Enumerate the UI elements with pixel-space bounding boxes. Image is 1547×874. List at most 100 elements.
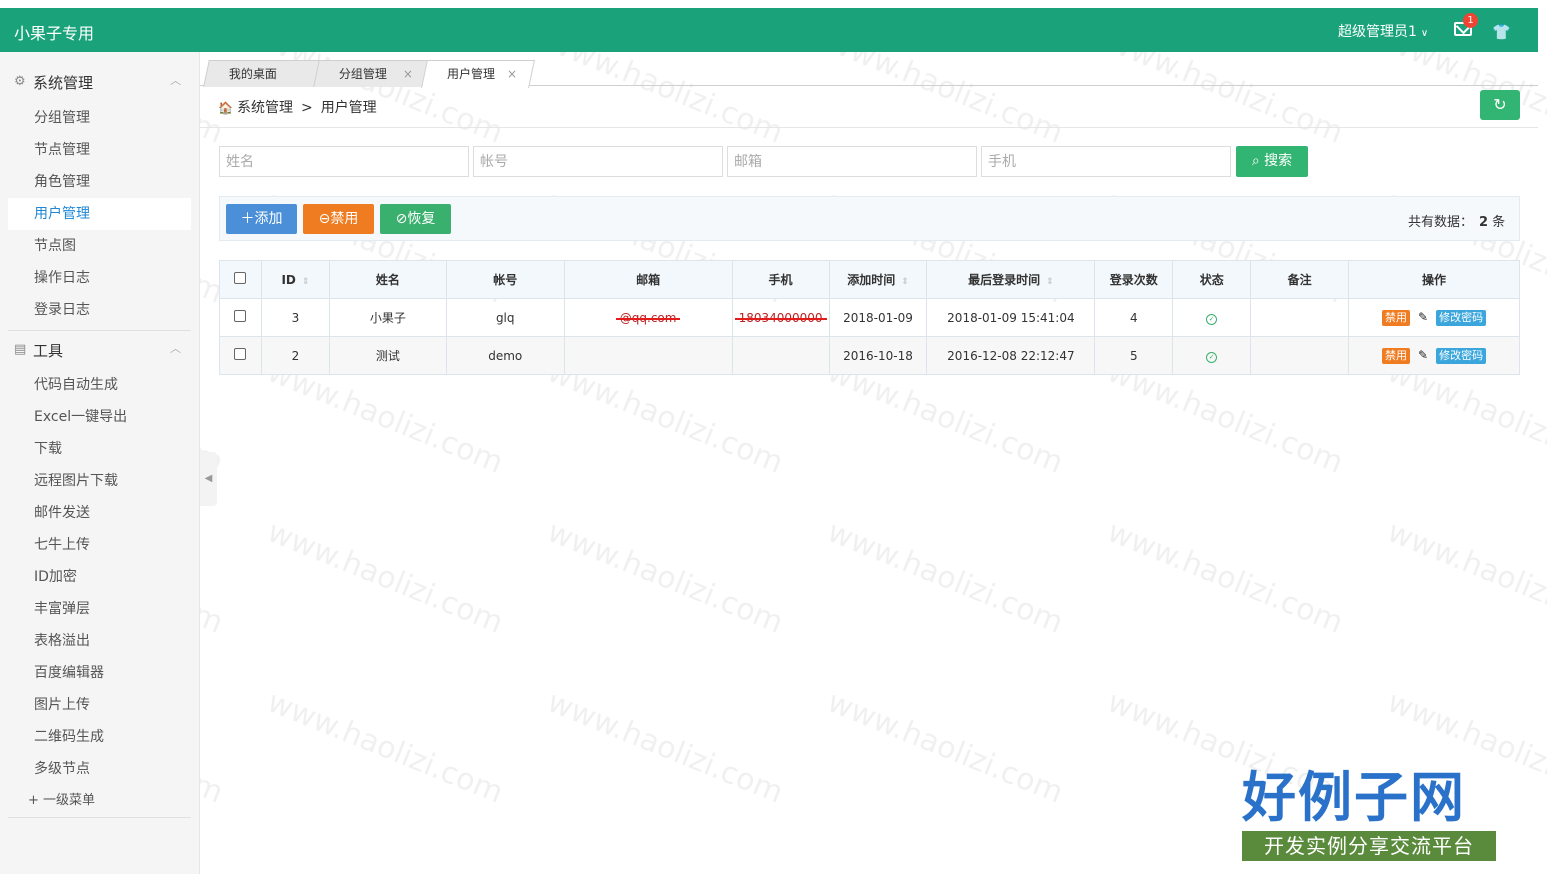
sidebar-item-op-log[interactable]: 操作日志: [8, 262, 191, 294]
sidebar-item-table-overflow[interactable]: 表格溢出: [8, 625, 191, 657]
sidebar-item-codegen[interactable]: 代码自动生成: [8, 369, 191, 401]
column-header-actions: 操作: [1348, 260, 1520, 299]
chevron-down-icon: ∨: [1420, 28, 1429, 39]
sidebar-item-group[interactable]: 分组管理: [8, 102, 191, 134]
divider: [8, 817, 191, 818]
column-header-id[interactable]: ID ⇕: [260, 260, 330, 299]
skin-icon[interactable]: 👕: [1492, 23, 1511, 41]
watermark-text: www.haolizi.com: [822, 684, 1068, 811]
sidebar-item-image-upload[interactable]: 图片上传: [8, 689, 191, 721]
cell-note: [1250, 336, 1350, 375]
sidebar-item-excel[interactable]: Excel一键导出: [8, 401, 191, 433]
chevron-up-icon: ︿: [170, 74, 181, 87]
ban-button[interactable]: ⊖禁用: [303, 204, 374, 234]
breadcrumb-separator: >: [300, 100, 313, 116]
refresh-button[interactable]: ↻: [1480, 90, 1520, 120]
row-change-password-button[interactable]: 修改密码: [1436, 347, 1487, 364]
sidebar-item-editor[interactable]: 百度编辑器: [8, 657, 191, 689]
sidebar-item-user[interactable]: 用户管理: [8, 198, 191, 230]
watermark-text: www.haolizi.com: [262, 684, 508, 811]
sidebar-item-node-map[interactable]: 节点图: [8, 230, 191, 262]
sidebar-item-add-menu[interactable]: + 一级菜单: [8, 785, 191, 817]
sort-icon: ⇕: [301, 276, 310, 287]
row-select-cell[interactable]: [219, 336, 262, 375]
minus-circle-icon: ⊖: [318, 211, 331, 227]
logo-subtitle: 开发实例分享交流平台: [1242, 831, 1496, 861]
cell-account: glq: [445, 298, 565, 337]
row-ban-button[interactable]: 禁用: [1382, 347, 1411, 364]
pencil-icon[interactable]: ✎: [1418, 310, 1428, 324]
tab-desktop[interactable]: 我的桌面: [203, 60, 321, 87]
breadcrumb-root[interactable]: 系统管理: [237, 100, 293, 116]
sidebar-section-tools[interactable]: ▤ 工具 ︿: [0, 332, 200, 368]
column-header-email: 邮箱: [563, 260, 733, 299]
sidebar-collapse-handle[interactable]: ◀: [200, 452, 217, 506]
sidebar-item-node[interactable]: 节点管理: [8, 134, 191, 166]
site-logo-watermark: 好例子网 开发实例分享交流平台: [1242, 765, 1496, 861]
restore-label: 恢复: [407, 211, 436, 227]
sidebar-item-mail[interactable]: 邮件发送: [8, 497, 191, 529]
row-checkbox[interactable]: [234, 310, 247, 322]
section-label: 系统管理: [33, 74, 94, 92]
select-all-checkbox[interactable]: [234, 272, 247, 284]
tab-user[interactable]: 用户管理 ×: [421, 60, 535, 88]
watermark-text: www.haolizi.com: [542, 684, 788, 811]
row-change-password-button[interactable]: 修改密码: [1436, 309, 1487, 326]
column-header-added[interactable]: 添加时间 ⇕: [828, 260, 928, 299]
table-icon: ▤: [14, 342, 27, 357]
cell-name: 小果子: [328, 298, 447, 337]
redacted-email: @qq.com: [615, 310, 681, 325]
row-ban-button[interactable]: 禁用: [1382, 309, 1411, 326]
search-button[interactable]: ⌕ 搜索: [1236, 146, 1308, 177]
sidebar-item-remote-image[interactable]: 远程图片下载: [8, 465, 191, 497]
user-menu[interactable]: 超级管理员1 ∨: [1338, 21, 1428, 41]
close-icon[interactable]: ×: [403, 61, 413, 87]
tab-group[interactable]: 分组管理 ×: [313, 60, 431, 87]
cell-account: demo: [445, 336, 565, 375]
watermark-text: www.haolizi.com: [822, 514, 1068, 641]
account-input[interactable]: [473, 146, 723, 177]
cell-logins: 5: [1094, 336, 1174, 375]
sidebar-section-system[interactable]: ⚙ 系统管理 ︿: [0, 64, 200, 100]
select-all-cell[interactable]: [219, 260, 262, 299]
cell-status: ✓: [1172, 336, 1252, 375]
header-label: 最后登录时间: [968, 273, 1041, 287]
total-count: 共有数据： 2 条: [1408, 211, 1505, 230]
column-header-last-login[interactable]: 最后登录时间 ⇕: [926, 260, 1096, 299]
pencil-icon[interactable]: ✎: [1418, 348, 1428, 362]
name-input[interactable]: [219, 146, 469, 177]
table-row: 2 测试 demo 2016-10-18 2016-12-08 22:12:47…: [219, 336, 1520, 375]
column-header-account: 帐号: [445, 260, 565, 299]
cell-phone: [731, 336, 830, 375]
row-select-cell[interactable]: [219, 298, 262, 337]
cell-added: 2018-01-09: [828, 298, 928, 337]
watermark-text: www.haolizi.com: [262, 514, 508, 641]
divider: [8, 330, 191, 331]
user-table: ID ⇕ 姓名 帐号 邮箱 手机 添加时间 ⇕ 最后登录时间 ⇕ 登录次数 状态 备注…: [219, 260, 1520, 375]
sort-icon: ⇕: [1046, 277, 1054, 287]
watermark-text: www.haolizi.com: [1382, 514, 1547, 641]
section-label: 工具: [33, 342, 64, 360]
sidebar-item-download[interactable]: 下载: [8, 433, 191, 465]
sidebar-item-qiniu[interactable]: 七牛上传: [8, 529, 191, 561]
refresh-icon: ↻: [1493, 95, 1507, 114]
cell-last-login: 2018-01-09 15:41:04: [926, 298, 1096, 337]
sidebar-item-qrcode[interactable]: 二维码生成: [8, 721, 191, 753]
column-header-note: 备注: [1250, 260, 1350, 299]
sort-icon: ⇕: [901, 277, 909, 287]
gear-icon: ⚙: [14, 74, 26, 89]
email-input[interactable]: [727, 146, 977, 177]
phone-input[interactable]: [981, 146, 1231, 177]
sidebar-item-multi-node[interactable]: 多级节点: [8, 753, 191, 785]
sidebar-item-role[interactable]: 角色管理: [8, 166, 191, 198]
sidebar-item-layer[interactable]: 丰富弹层: [8, 593, 191, 625]
row-checkbox[interactable]: [234, 348, 247, 360]
restore-button[interactable]: ⊘恢复: [380, 204, 451, 234]
add-button[interactable]: ＋添加: [226, 204, 297, 234]
sidebar-item-login-log[interactable]: 登录日志: [8, 294, 191, 326]
table-header-row: ID ⇕ 姓名 帐号 邮箱 手机 添加时间 ⇕ 最后登录时间 ⇕ 登录次数 状态 备注…: [219, 260, 1520, 299]
close-icon[interactable]: ×: [507, 61, 517, 87]
sidebar: ⚙ 系统管理 ︿ 分组管理 节点管理 角色管理 用户管理 节点图 操作日志 登录…: [0, 52, 200, 874]
sidebar-item-id-encrypt[interactable]: ID加密: [8, 561, 191, 593]
cell-email: [563, 336, 733, 375]
